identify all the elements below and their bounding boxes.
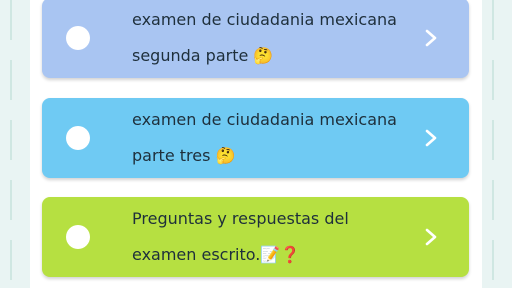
card-title-line-2: segunda parte 🤔 (132, 46, 274, 65)
card-title-line-1: examen de ciudadania mexicana (132, 110, 397, 129)
card-title-line-1: examen de ciudadania mexicana (132, 10, 397, 29)
card-title-line-1: Preguntas y respuestas del (132, 209, 349, 228)
card-title-line-2: parte tres 🤔 (132, 146, 236, 165)
background-left (0, 0, 30, 288)
quiz-card-examen-escrito[interactable]: Preguntas y respuestas del examen escrit… (42, 197, 469, 277)
background-right (482, 0, 512, 288)
card-title: examen de ciudadania mexicana segunda pa… (132, 2, 432, 74)
quiz-card-parte-tres[interactable]: examen de ciudadania mexicana parte tres… (42, 98, 469, 178)
card-title: examen de ciudadania mexicana parte tres… (132, 102, 432, 174)
chevron-right-icon (425, 228, 437, 246)
chevron-right-icon (425, 29, 437, 47)
radio-circle-icon (66, 126, 90, 150)
chevron-right-icon (425, 129, 437, 147)
radio-circle-icon (66, 225, 90, 249)
card-title: Preguntas y respuestas del examen escrit… (132, 201, 432, 273)
card-title-line-2: examen escrito.📝❓ (132, 245, 301, 264)
quiz-card-segunda-parte[interactable]: examen de ciudadania mexicana segunda pa… (42, 0, 469, 78)
radio-circle-icon (66, 26, 90, 50)
